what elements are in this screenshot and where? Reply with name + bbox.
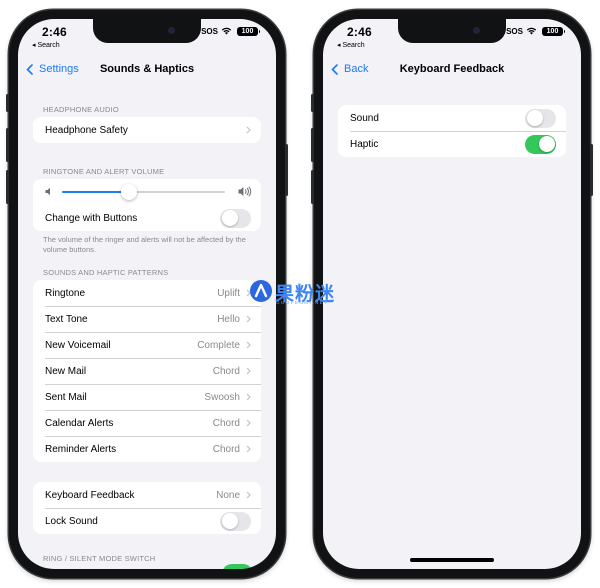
chevron-right-icon — [246, 393, 251, 401]
chevron-right-icon — [246, 491, 251, 499]
chevron-right-icon — [246, 419, 251, 427]
side-button — [285, 144, 288, 196]
ring-silent-toggle[interactable] — [222, 564, 253, 569]
sos-indicator: SOS — [506, 27, 523, 36]
volume-up-button — [6, 128, 9, 162]
phone-frame-left: 2:46 ◂ Search SOS 100 Settings Sounds & … — [6, 10, 288, 578]
chevron-right-icon — [246, 126, 251, 134]
row-label: Keyboard Feedback — [45, 489, 135, 501]
row-label: Haptic — [350, 138, 379, 150]
navigation-bar: Back Keyboard Feedback — [323, 61, 581, 81]
headphone-safety-row[interactable]: Headphone Safety — [33, 117, 261, 143]
status-time: 2:46 — [42, 25, 67, 39]
volume-slider[interactable] — [62, 184, 225, 200]
notch — [398, 19, 506, 43]
group-headphone: Headphone Safety — [33, 117, 261, 143]
keyboard-feedback-row[interactable]: Keyboard Feedback None — [33, 482, 261, 508]
battery-icon: 100 — [542, 27, 565, 36]
row-label: Text Tone — [45, 313, 88, 325]
page-title: Keyboard Feedback — [399, 63, 505, 75]
watermark-logo: 果粉迷 GUOFENMI.NET — [250, 280, 350, 308]
chevron-right-icon — [246, 315, 251, 323]
notch — [93, 19, 201, 43]
volume-slider-thumb[interactable] — [120, 184, 137, 200]
watermark-subtext: GUOFENMI.NET — [276, 300, 329, 305]
screen-keyboard-feedback: 2:46 ◂ Search SOS 100 Back Keyboard Feed… — [323, 19, 581, 569]
section-header-ring-silent: RING / SILENT MODE SWITCH — [43, 554, 156, 563]
sound-pattern-row[interactable]: Reminder Alerts Chord — [33, 436, 261, 462]
battery-icon: 100 — [237, 27, 260, 36]
row-label: Calendar Alerts — [45, 417, 114, 429]
group-sound-patterns: Ringtone Uplift Text Tone Hello New Voicemai… — [33, 280, 261, 462]
lock-sound-row: Lock Sound — [33, 508, 261, 534]
change-with-buttons-row: Change with Buttons — [33, 205, 261, 231]
change-with-buttons-toggle[interactable] — [220, 208, 251, 228]
sound-toggle[interactable] — [525, 108, 556, 128]
row-label: Reminder Alerts — [45, 443, 117, 455]
sos-indicator: SOS — [201, 27, 218, 36]
wifi-icon — [526, 27, 537, 35]
volume-down-button — [6, 170, 9, 204]
row-value: Chord — [212, 417, 240, 429]
row-label: Headphone Safety — [45, 124, 128, 136]
row-label: New Voicemail — [45, 339, 111, 351]
volume-slider-row — [33, 179, 261, 205]
side-button — [590, 144, 593, 196]
row-label: Sound — [350, 112, 379, 124]
row-value: Swoosh — [204, 391, 240, 403]
row-value: Hello — [217, 313, 240, 325]
lock-sound-toggle[interactable] — [220, 511, 251, 531]
volume-slider-fill — [62, 191, 129, 193]
row-value: Complete — [197, 339, 240, 351]
home-indicator — [410, 558, 494, 562]
haptic-row: Haptic — [338, 131, 566, 157]
row-value: Chord — [212, 365, 240, 377]
row-label: Lock Sound — [45, 515, 98, 527]
row-value: Uplift — [217, 287, 240, 299]
phone-frame-right: 2:46 ◂ Search SOS 100 Back Keyboard Feed… — [311, 10, 593, 578]
speaker-high-icon — [238, 186, 252, 197]
sound-pattern-row[interactable]: Text Tone Hello — [33, 306, 261, 332]
status-time: 2:46 — [347, 25, 372, 39]
group-keyboard-feedback: Sound Haptic — [338, 105, 566, 157]
back-to-search-link[interactable]: ◂ Search — [337, 41, 365, 49]
volume-footer-note: The volume of the ringer and alerts will… — [43, 235, 246, 254]
chevron-right-icon — [246, 341, 251, 349]
page-title: Sounds & Haptics — [99, 63, 195, 75]
row-value: None — [216, 489, 240, 501]
row-label: Ringtone — [45, 287, 86, 299]
volume-down-button — [311, 170, 314, 204]
back-to-search-link[interactable]: ◂ Search — [32, 41, 60, 49]
screen-sounds-haptics: 2:46 ◂ Search SOS 100 Settings Sounds & … — [18, 19, 276, 569]
chevron-right-icon — [246, 445, 251, 453]
section-header-headphone: HEADPHONE AUDIO — [43, 105, 119, 114]
row-label: Sent Mail — [45, 391, 87, 403]
section-header-patterns: SOUNDS AND HAPTIC PATTERNS — [43, 268, 169, 277]
group-keyboard-lock: Keyboard Feedback None Lock Sound — [33, 482, 261, 534]
sound-row: Sound — [338, 105, 566, 131]
group-volume: Change with Buttons — [33, 179, 261, 231]
sound-pattern-row[interactable]: New Mail Chord — [33, 358, 261, 384]
row-label: Change with Buttons — [45, 212, 138, 224]
sound-pattern-row[interactable]: Ringtone Uplift — [33, 280, 261, 306]
sound-pattern-row[interactable]: Calendar Alerts Chord — [33, 410, 261, 436]
row-label: New Mail — [45, 365, 87, 377]
mute-switch — [311, 94, 314, 112]
row-value: Chord — [212, 443, 240, 455]
section-header-volume: RINGTONE AND ALERT VOLUME — [43, 167, 165, 176]
speaker-low-icon — [45, 187, 50, 196]
volume-up-button — [311, 128, 314, 162]
sound-pattern-row[interactable]: Sent Mail Swoosh — [33, 384, 261, 410]
navigation-bar: Settings Sounds & Haptics — [18, 61, 276, 81]
chevron-right-icon — [246, 367, 251, 375]
haptic-toggle[interactable] — [525, 134, 556, 154]
wifi-icon — [221, 27, 232, 35]
watermark-logo-icon — [250, 280, 272, 302]
sound-pattern-row[interactable]: New Voicemail Complete — [33, 332, 261, 358]
mute-switch — [6, 94, 9, 112]
